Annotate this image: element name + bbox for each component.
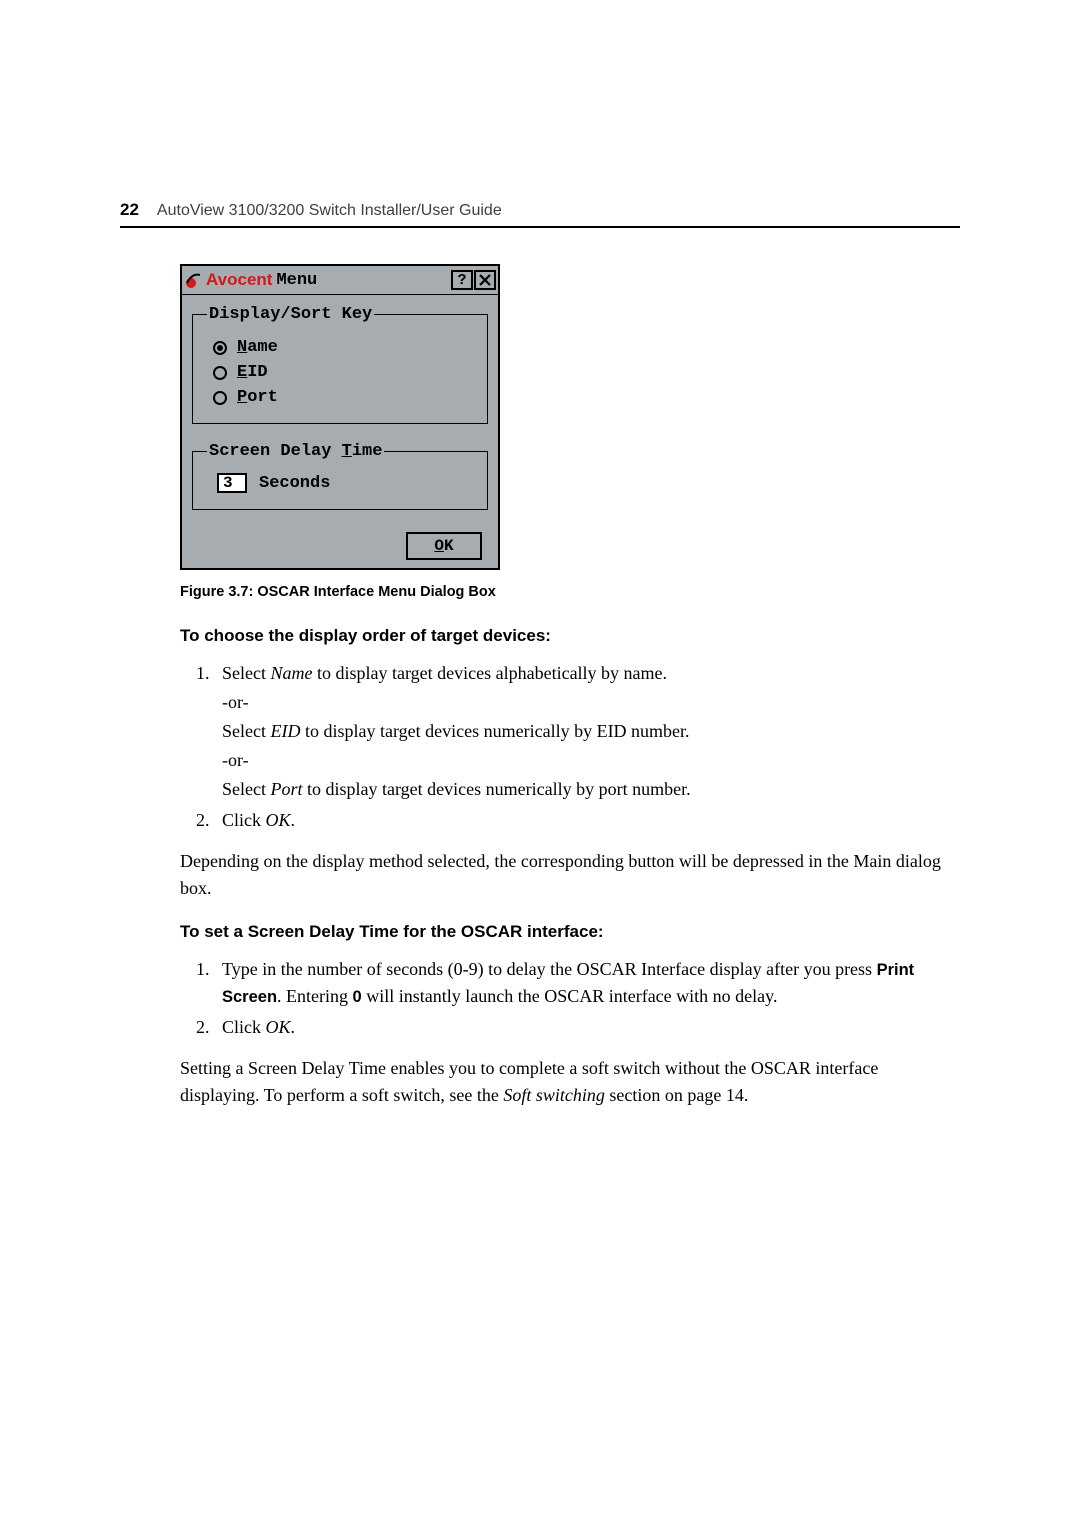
close-icon — [479, 274, 491, 286]
dialog-title: Menu — [276, 271, 450, 290]
seconds-label: Seconds — [259, 474, 330, 493]
radio-name-label: Name — [237, 338, 278, 357]
help-button[interactable]: ? — [451, 270, 473, 290]
steps-list-1: Select Name to display target devices al… — [180, 660, 960, 834]
radio-icon — [213, 366, 227, 380]
radio-icon — [213, 391, 227, 405]
guide-title: AutoView 3100/3200 Switch Installer/User… — [157, 202, 502, 220]
radio-icon — [213, 341, 227, 355]
step-2: Click OK. — [214, 807, 960, 834]
ok-button[interactable]: OK — [406, 532, 482, 560]
screen-delay-legend: Screen Delay Time — [207, 442, 384, 461]
figure-caption: Figure 3.7: OSCAR Interface Menu Dialog … — [180, 584, 960, 600]
menu-dialog: Avocent Menu ? Display/Sort Key Name — [180, 264, 500, 570]
title-bar: Avocent Menu ? — [182, 266, 498, 295]
radio-port-label: Port — [237, 388, 278, 407]
display-sort-group: Display/Sort Key Name EID Port — [192, 305, 488, 424]
radio-eid-label: EID — [237, 363, 268, 382]
paragraph-1: Depending on the display method selected… — [180, 848, 960, 902]
radio-port[interactable]: Port — [213, 388, 477, 407]
step-2: Click OK. — [214, 1014, 960, 1041]
display-sort-legend: Display/Sort Key — [207, 305, 374, 324]
paragraph-2: Setting a Screen Delay Time enables you … — [180, 1055, 960, 1109]
page-number: 22 — [120, 200, 139, 220]
steps-list-2: Type in the number of seconds (0-9) to d… — [180, 956, 960, 1041]
radio-name[interactable]: Name — [213, 338, 477, 357]
app-icon — [184, 270, 204, 290]
brand-label: Avocent — [206, 270, 272, 290]
section-heading-2: To set a Screen Delay Time for the OSCAR… — [180, 922, 960, 942]
close-button[interactable] — [474, 270, 496, 290]
step-1: Type in the number of seconds (0-9) to d… — [214, 956, 960, 1010]
screen-delay-group: Screen Delay Time 3 Seconds — [192, 442, 488, 510]
radio-eid[interactable]: EID — [213, 363, 477, 382]
section-heading-1: To choose the display order of target de… — [180, 626, 960, 646]
step-1: Select Name to display target devices al… — [214, 660, 960, 803]
seconds-input[interactable]: 3 — [217, 473, 247, 493]
page-header: 22 AutoView 3100/3200 Switch Installer/U… — [120, 200, 960, 228]
